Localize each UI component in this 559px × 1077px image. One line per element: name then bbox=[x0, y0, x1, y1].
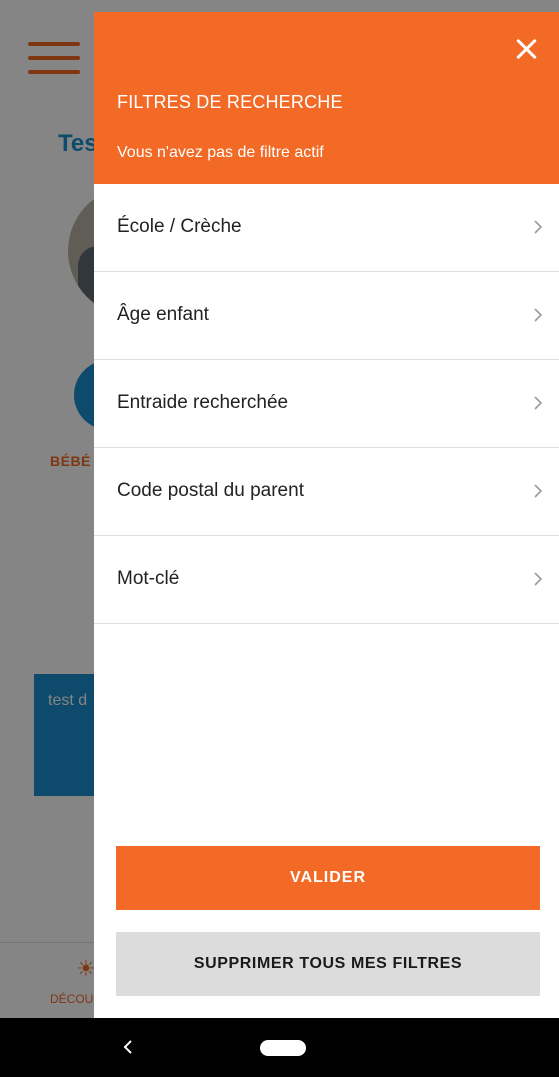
chevron-right-icon bbox=[534, 396, 543, 410]
nav-back-icon[interactable] bbox=[120, 1036, 136, 1058]
filter-item-label: Âge enfant bbox=[117, 304, 209, 325]
system-nav-bar bbox=[0, 1018, 559, 1077]
filter-list: École / Crèche Âge enfant Entraide reche… bbox=[94, 184, 559, 624]
clear-filters-button[interactable]: SUPPRIMER TOUS MES FILTRES bbox=[116, 932, 540, 996]
filter-item-postal-code[interactable]: Code postal du parent bbox=[94, 448, 559, 536]
active-filters-status: Vous n'avez pas de filtre actif bbox=[117, 144, 324, 161]
chevron-right-icon bbox=[534, 572, 543, 586]
filter-item-school[interactable]: École / Crèche bbox=[94, 184, 559, 272]
drawer-header: FILTRES DE RECHERCHE Vous n'avez pas de … bbox=[94, 12, 559, 184]
chevron-right-icon bbox=[534, 484, 543, 498]
filter-item-label: Code postal du parent bbox=[117, 480, 304, 501]
filter-item-label: Mot-clé bbox=[117, 568, 180, 589]
drawer-title: FILTRES DE RECHERCHE bbox=[117, 92, 343, 112]
filter-item-help-type[interactable]: Entraide recherchée bbox=[94, 360, 559, 448]
close-icon[interactable] bbox=[513, 36, 539, 62]
filter-drawer: FILTRES DE RECHERCHE Vous n'avez pas de … bbox=[94, 12, 559, 1018]
chevron-right-icon bbox=[534, 220, 543, 234]
filter-item-label: École / Crèche bbox=[117, 216, 242, 237]
filter-item-child-age[interactable]: Âge enfant bbox=[94, 272, 559, 360]
nav-home-icon[interactable] bbox=[260, 1040, 306, 1056]
filter-item-label: Entraide recherchée bbox=[117, 392, 289, 413]
chevron-right-icon bbox=[534, 308, 543, 322]
validate-button[interactable]: VALIDER bbox=[116, 846, 540, 910]
filter-item-keyword[interactable]: Mot-clé bbox=[94, 536, 559, 624]
